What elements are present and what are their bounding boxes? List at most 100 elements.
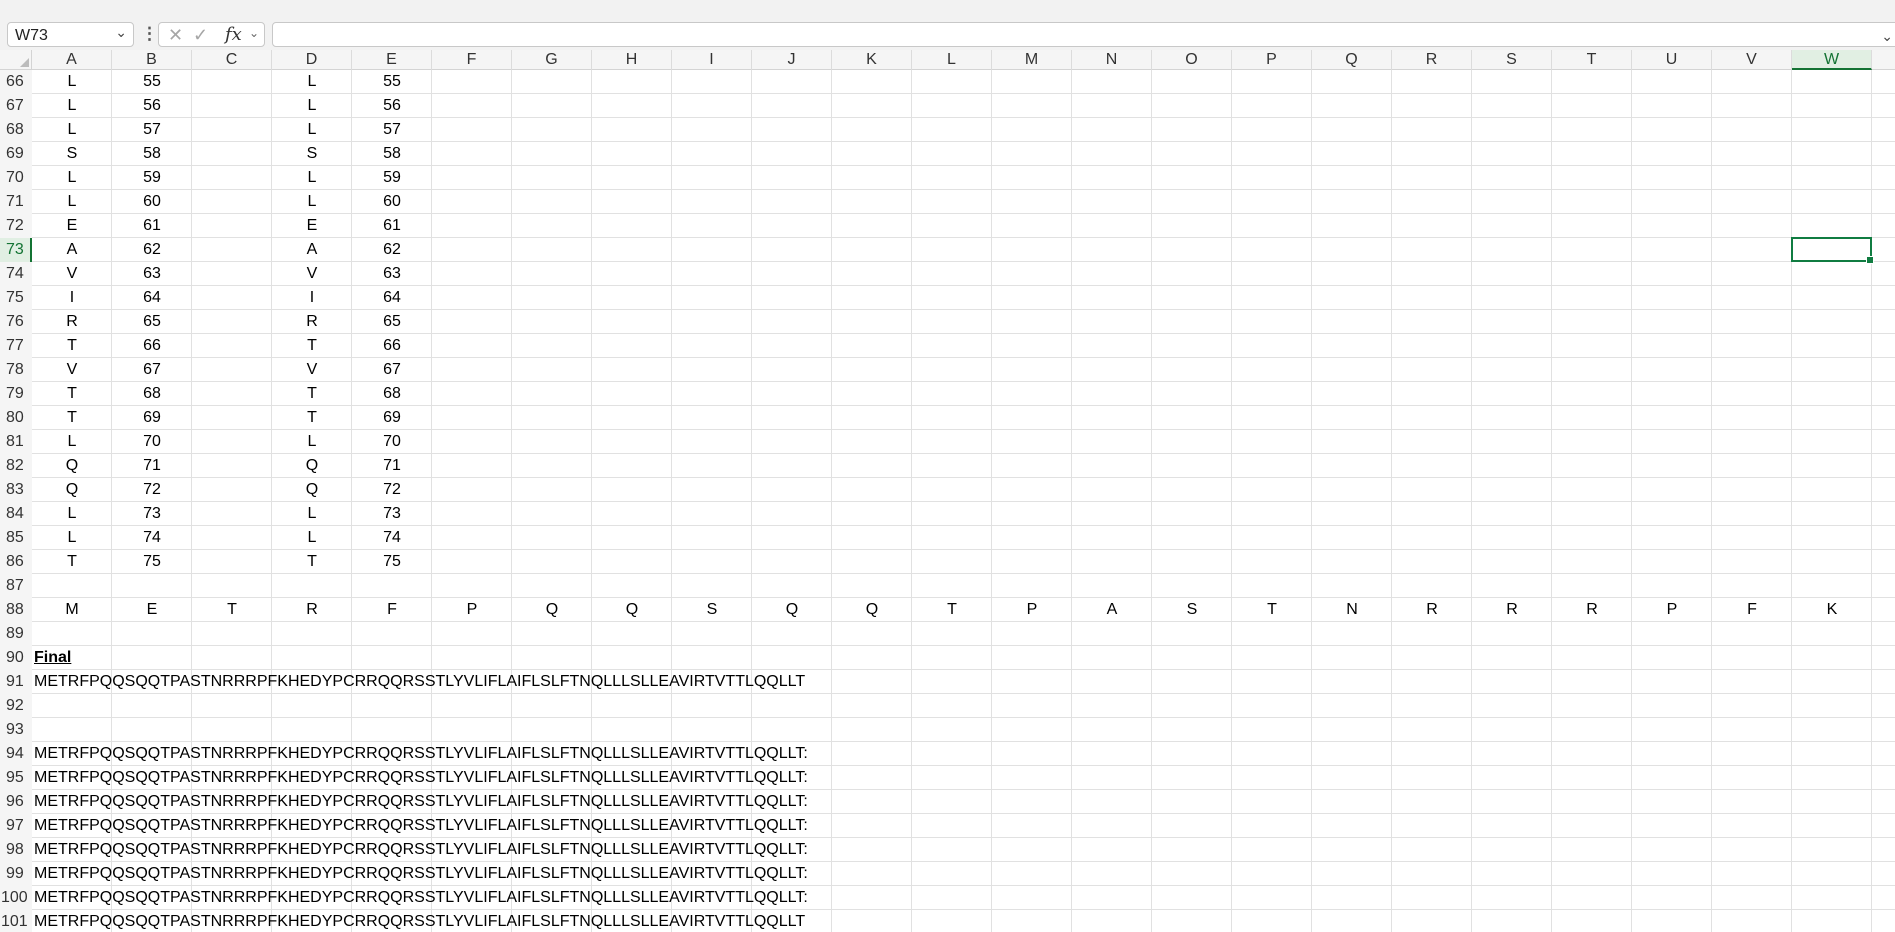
cell-b84[interactable]: 73 <box>112 502 192 526</box>
cell-e81[interactable]: 70 <box>352 430 432 454</box>
column-header-t[interactable]: T <box>1552 50 1632 70</box>
cell-b66[interactable]: 55 <box>112 70 192 94</box>
row-header-83[interactable]: 83 <box>0 478 32 502</box>
cell-p88[interactable]: T <box>1232 598 1312 622</box>
cell-a98[interactable]: METRFPQQSQQTPASTNRRRPFKHEDYPCRRQQRSSTLYV… <box>32 838 808 862</box>
cell-a76[interactable]: R <box>32 310 112 334</box>
cell-a71[interactable]: L <box>32 190 112 214</box>
column-header-o[interactable]: O <box>1152 50 1232 70</box>
column-header-e[interactable]: E <box>352 50 432 70</box>
cell-e66[interactable]: 55 <box>352 70 432 94</box>
row-header-68[interactable]: 68 <box>0 118 32 142</box>
cell-e79[interactable]: 68 <box>352 382 432 406</box>
column-header-k[interactable]: K <box>832 50 912 70</box>
row-header-72[interactable]: 72 <box>0 214 32 238</box>
cell-c88[interactable]: T <box>192 598 272 622</box>
cell-t88[interactable]: R <box>1552 598 1632 622</box>
cell-e72[interactable]: 61 <box>352 214 432 238</box>
cell-d78[interactable]: V <box>272 358 352 382</box>
cell-b83[interactable]: 72 <box>112 478 192 502</box>
cell-a69[interactable]: S <box>32 142 112 166</box>
cell-a75[interactable]: I <box>32 286 112 310</box>
chevron-down-icon[interactable]: ⌄ <box>249 26 259 40</box>
expand-formula-bar-icon[interactable]: ⌄ <box>1881 28 1893 45</box>
cell-d76[interactable]: R <box>272 310 352 334</box>
column-header-s[interactable]: S <box>1472 50 1552 70</box>
cell-d69[interactable]: S <box>272 142 352 166</box>
cell-a81[interactable]: L <box>32 430 112 454</box>
row-header-100[interactable]: 100 <box>0 886 32 910</box>
cell-a74[interactable]: V <box>32 262 112 286</box>
cell-a91[interactable]: METRFPQQSQQTPASTNRRRPFKHEDYPCRRQQRSSTLYV… <box>32 670 805 694</box>
cell-b74[interactable]: 63 <box>112 262 192 286</box>
cell-d74[interactable]: V <box>272 262 352 286</box>
row-header-101[interactable]: 101 <box>0 910 32 932</box>
row-header-93[interactable]: 93 <box>0 718 32 742</box>
row-header-78[interactable]: 78 <box>0 358 32 382</box>
fx-icon[interactable]: fx <box>225 24 242 45</box>
cell-e88[interactable]: F <box>352 598 432 622</box>
cell-b78[interactable]: 67 <box>112 358 192 382</box>
cell-r88[interactable]: R <box>1392 598 1472 622</box>
select-all-button[interactable] <box>0 50 32 70</box>
column-header-c[interactable]: C <box>192 50 272 70</box>
row-header-91[interactable]: 91 <box>0 670 32 694</box>
cell-b85[interactable]: 74 <box>112 526 192 550</box>
row-header-87[interactable]: 87 <box>0 574 32 598</box>
cell-e85[interactable]: 74 <box>352 526 432 550</box>
row-header-94[interactable]: 94 <box>0 742 32 766</box>
cell-a95[interactable]: METRFPQQSQQTPASTNRRRPFKHEDYPCRRQQRSSTLYV… <box>32 766 808 790</box>
cell-a83[interactable]: Q <box>32 478 112 502</box>
cell-d67[interactable]: L <box>272 94 352 118</box>
cell-e67[interactable]: 56 <box>352 94 432 118</box>
name-box[interactable]: W73 ⌄ <box>7 22 134 47</box>
cell-h88[interactable]: Q <box>592 598 672 622</box>
column-header-h[interactable]: H <box>592 50 672 70</box>
row-header-69[interactable]: 69 <box>0 142 32 166</box>
cell-u88[interactable]: P <box>1632 598 1712 622</box>
row-header-67[interactable]: 67 <box>0 94 32 118</box>
row-header-77[interactable]: 77 <box>0 334 32 358</box>
cell-d70[interactable]: L <box>272 166 352 190</box>
cell-d81[interactable]: L <box>272 430 352 454</box>
chevron-down-icon[interactable]: ⌄ <box>115 24 127 41</box>
cell-d84[interactable]: L <box>272 502 352 526</box>
cell-b69[interactable]: 58 <box>112 142 192 166</box>
cell-b67[interactable]: 56 <box>112 94 192 118</box>
row-header-97[interactable]: 97 <box>0 814 32 838</box>
cell-e86[interactable]: 75 <box>352 550 432 574</box>
column-header-u[interactable]: U <box>1632 50 1712 70</box>
cell-a79[interactable]: T <box>32 382 112 406</box>
column-header-n[interactable]: N <box>1072 50 1152 70</box>
cell-e82[interactable]: 71 <box>352 454 432 478</box>
cell-a77[interactable]: T <box>32 334 112 358</box>
column-header-j[interactable]: J <box>752 50 832 70</box>
fill-handle[interactable] <box>1866 256 1874 264</box>
row-header-66[interactable]: 66 <box>0 70 32 94</box>
cell-e84[interactable]: 73 <box>352 502 432 526</box>
column-header-p[interactable]: P <box>1232 50 1312 70</box>
cell-b82[interactable]: 71 <box>112 454 192 478</box>
cell-e80[interactable]: 69 <box>352 406 432 430</box>
cell-d79[interactable]: T <box>272 382 352 406</box>
cell-area[interactable]: L 55 L 55 L 56 L 56 L 57 L 57 S 58 S 58 L 59 L 59 L 60 L 60 E 61 E… <box>32 70 1895 932</box>
column-header-w[interactable]: W <box>1792 50 1872 70</box>
cell-e70[interactable]: 59 <box>352 166 432 190</box>
cell-e71[interactable]: 60 <box>352 190 432 214</box>
cell-d66[interactable]: L <box>272 70 352 94</box>
column-header-m[interactable]: M <box>992 50 1072 70</box>
cell-e76[interactable]: 65 <box>352 310 432 334</box>
cell-a85[interactable]: L <box>32 526 112 550</box>
cell-a67[interactable]: L <box>32 94 112 118</box>
row-header-85[interactable]: 85 <box>0 526 32 550</box>
cell-d68[interactable]: L <box>272 118 352 142</box>
cell-b80[interactable]: 69 <box>112 406 192 430</box>
cell-b79[interactable]: 68 <box>112 382 192 406</box>
cell-e74[interactable]: 63 <box>352 262 432 286</box>
row-header-99[interactable]: 99 <box>0 862 32 886</box>
cell-a68[interactable]: L <box>32 118 112 142</box>
cell-d75[interactable]: I <box>272 286 352 310</box>
cancel-x-icon[interactable]: ✕ <box>168 25 183 46</box>
cell-a80[interactable]: T <box>32 406 112 430</box>
cell-a101[interactable]: METRFPQQSQQTPASTNRRRPFKHEDYPCRRQQRSSTLYV… <box>32 910 805 932</box>
